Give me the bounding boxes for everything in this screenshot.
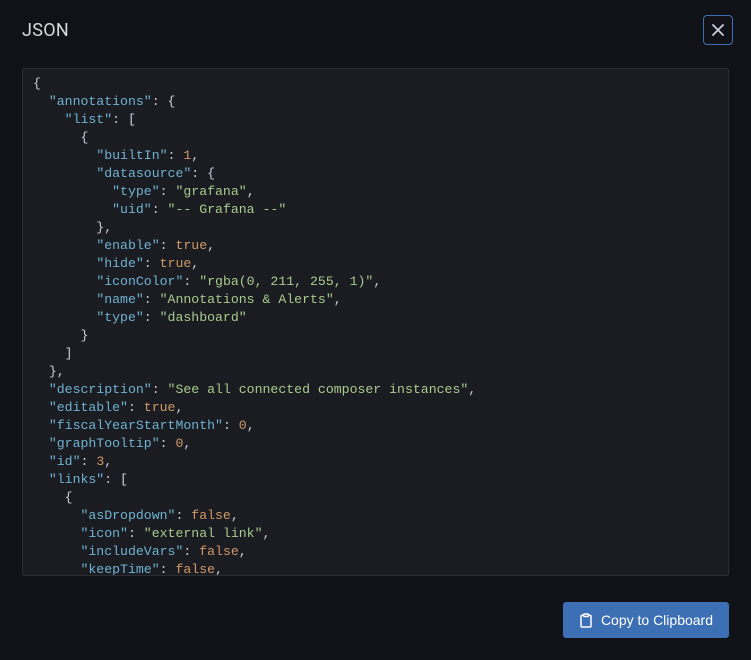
json-code-viewer[interactable]: { "annotations": { "list": [ { "builtIn"… <box>22 68 729 576</box>
dialog-header: JSON <box>0 0 751 60</box>
close-icon <box>711 23 725 37</box>
copy-button-label: Copy to Clipboard <box>601 612 713 628</box>
close-button[interactable] <box>703 15 733 45</box>
json-code: { "annotations": { "list": [ { "builtIn"… <box>33 75 718 576</box>
copy-to-clipboard-button[interactable]: Copy to Clipboard <box>563 602 729 638</box>
dialog-title: JSON <box>22 20 69 41</box>
dialog-footer: Copy to Clipboard <box>563 602 729 638</box>
clipboard-icon <box>579 613 593 628</box>
